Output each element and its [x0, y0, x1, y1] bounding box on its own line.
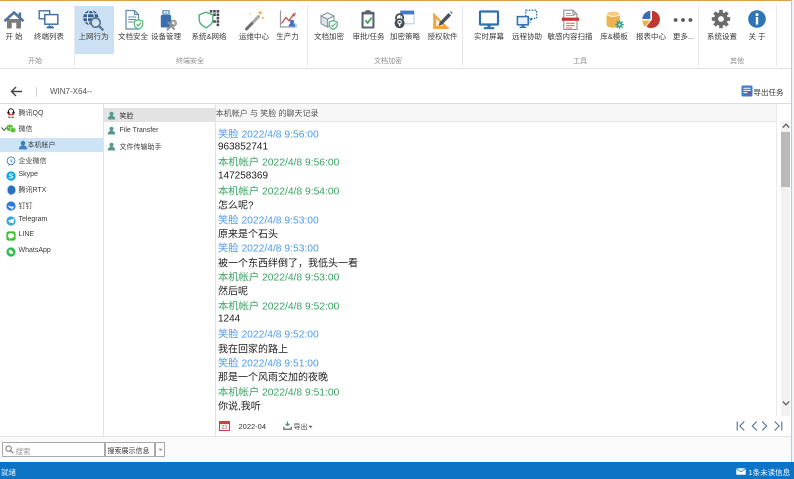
svg-text:S: S	[8, 171, 13, 180]
svg-text:21: 21	[221, 425, 227, 431]
